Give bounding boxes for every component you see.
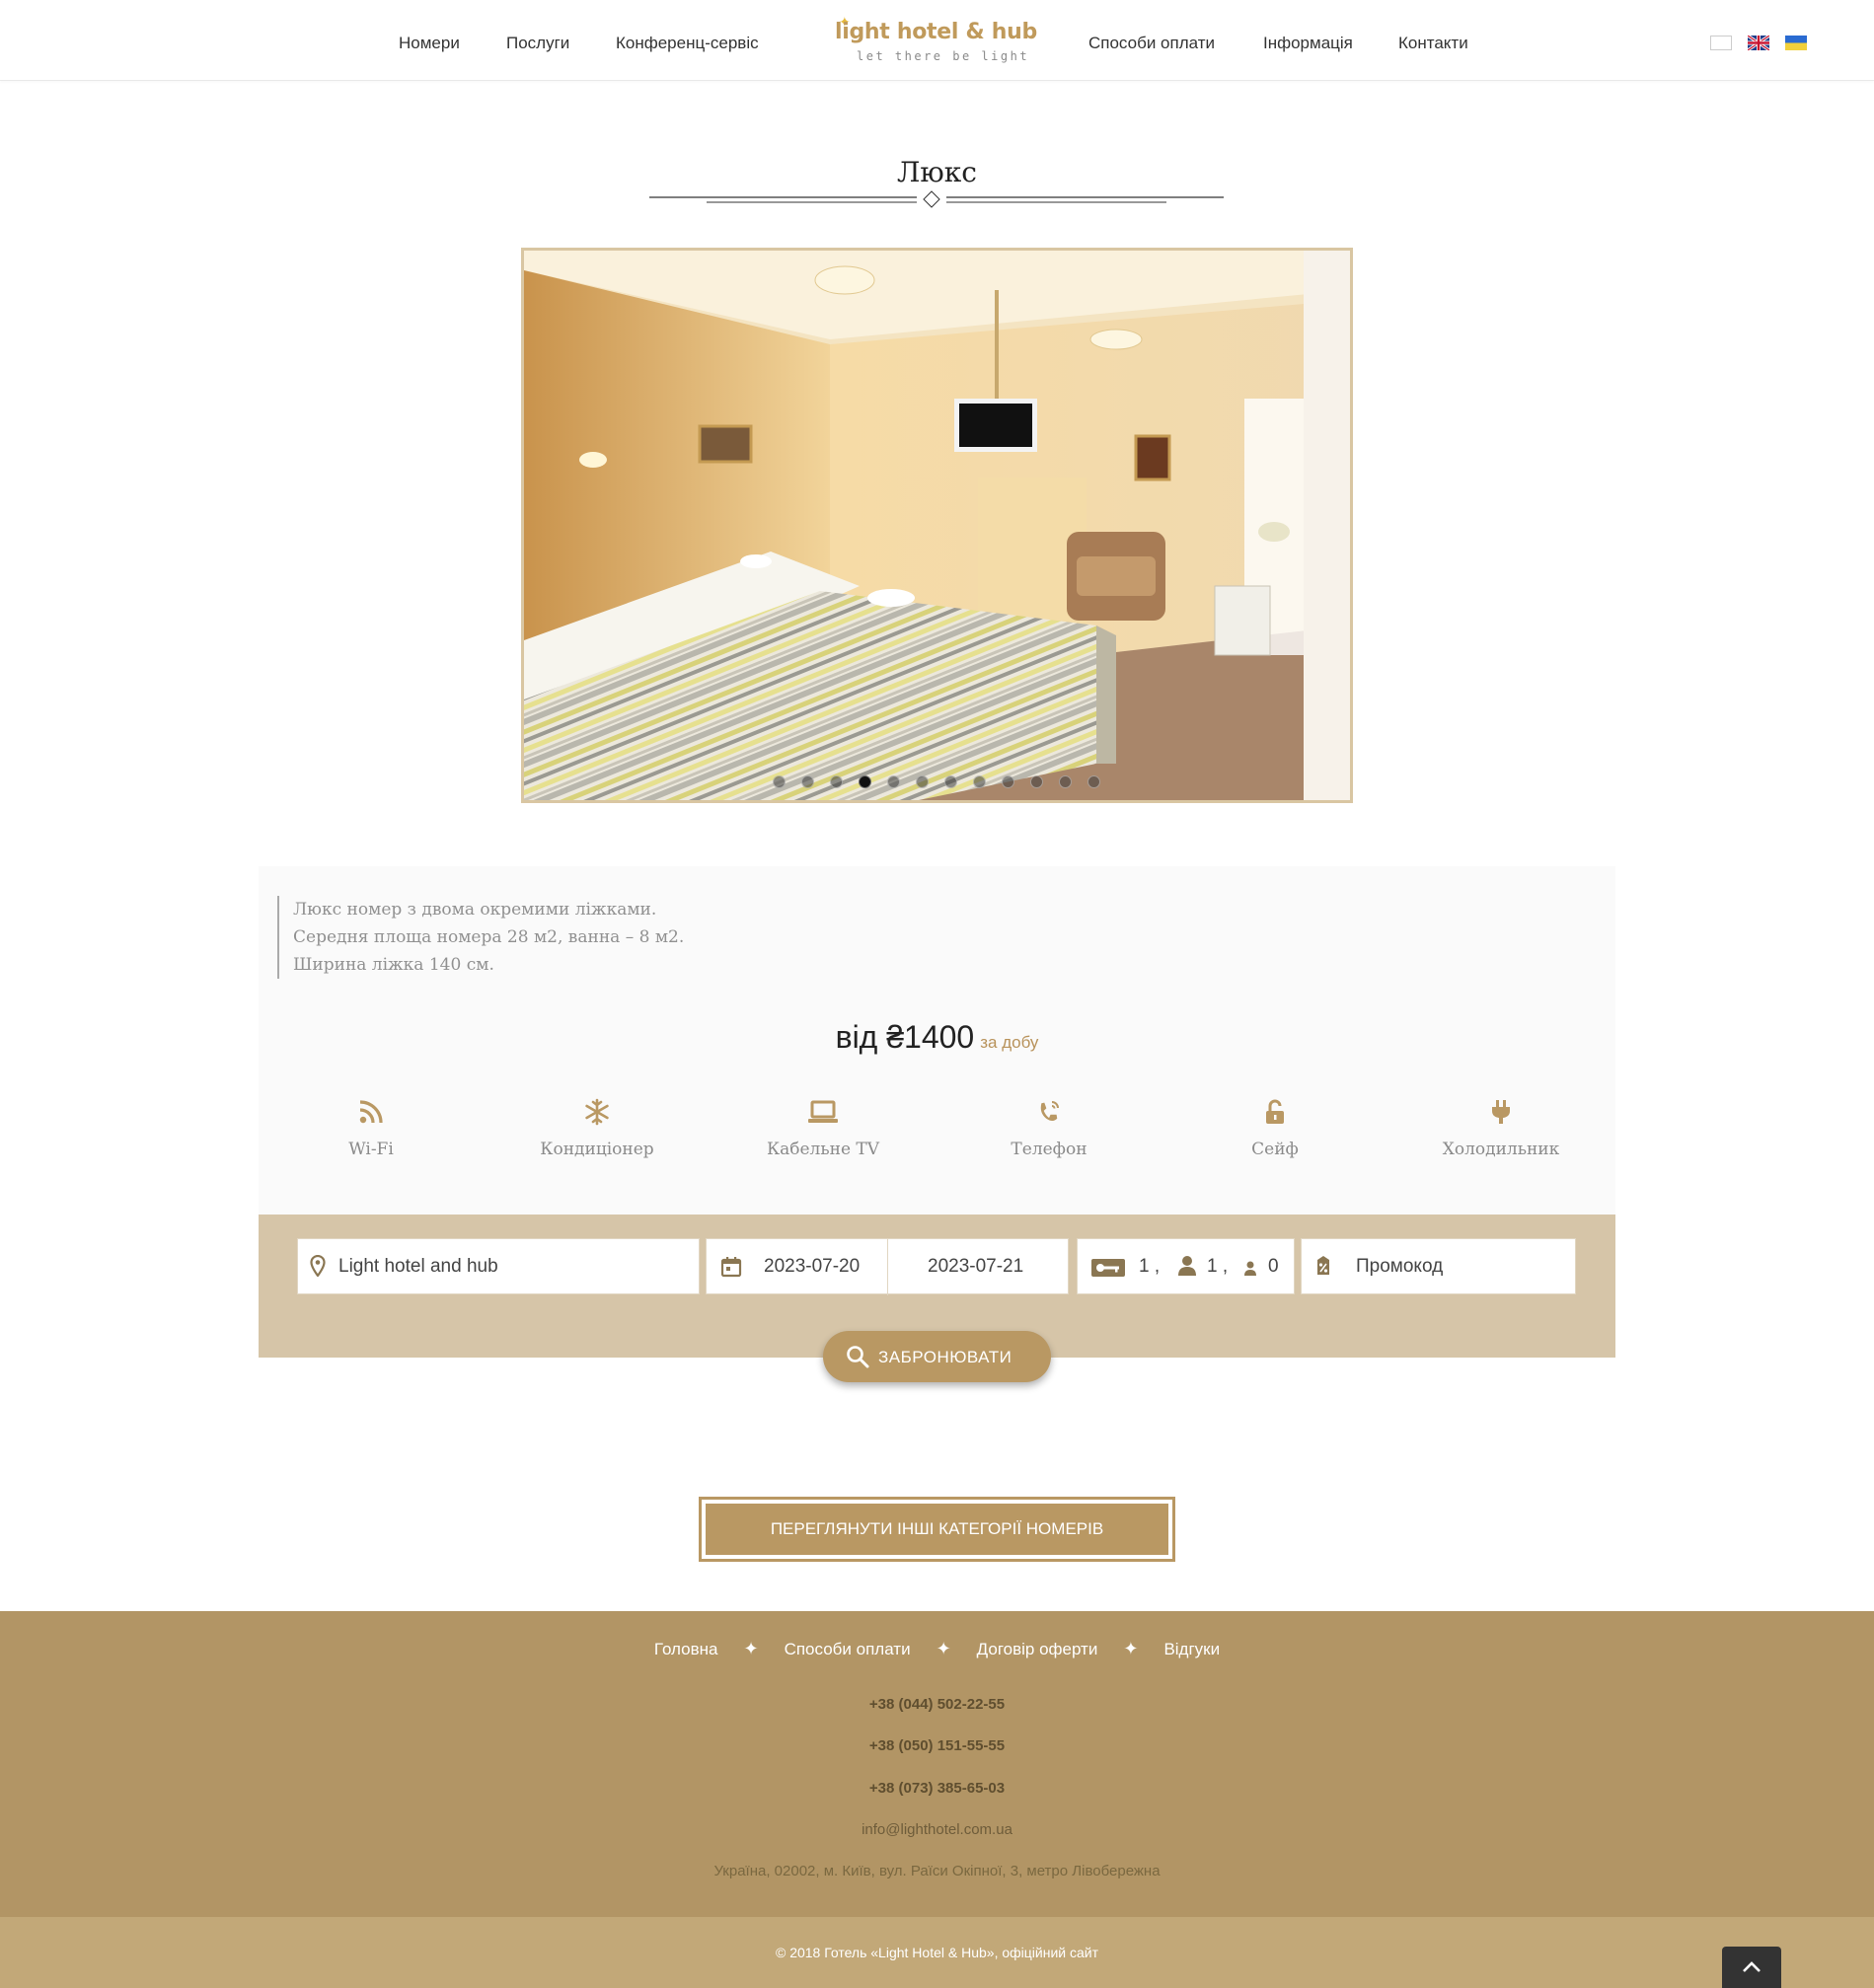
nav-info[interactable]: Інформація bbox=[1263, 34, 1353, 53]
slider-dot[interactable] bbox=[829, 775, 843, 788]
site-logo[interactable]: ✦ light hotel & hub let there be light bbox=[827, 14, 1037, 67]
price-period: за добу bbox=[980, 1033, 1039, 1052]
site-header: Номери Послуги Конференц-сервіс ✦ light … bbox=[0, 0, 1874, 81]
slider-dot[interactable] bbox=[972, 775, 986, 788]
checkin-date[interactable]: 2023-07-20 bbox=[764, 1256, 860, 1278]
uk-flag-icon[interactable] bbox=[1748, 36, 1769, 50]
hotel-select[interactable]: Light hotel and hub bbox=[297, 1238, 700, 1294]
room-photo bbox=[524, 251, 1350, 800]
wifi-icon bbox=[359, 1100, 383, 1124]
footer-phone[interactable]: +38 (050) 151-55-55 bbox=[0, 1737, 1874, 1754]
amenity-tv: Кабельне TV bbox=[724, 1098, 922, 1159]
discount-tag-icon bbox=[1317, 1256, 1329, 1275]
date-divider bbox=[887, 1239, 888, 1295]
view-other-rooms-button[interactable]: ПЕРЕГЛЯНУТИ ІНШІ КАТЕГОРІЇ НОМЕРІВ bbox=[699, 1497, 1175, 1562]
adults-count: 1 , bbox=[1207, 1256, 1229, 1277]
price-prefix: від bbox=[835, 1019, 878, 1055]
amenity-label: Холодильник bbox=[1442, 1140, 1560, 1159]
promo-placeholder: Промокод bbox=[1356, 1256, 1444, 1277]
child-icon bbox=[1244, 1261, 1256, 1276]
book-button-label: ЗАБРОНЮВАТИ bbox=[878, 1348, 1012, 1366]
slider-dot[interactable] bbox=[800, 775, 814, 788]
snowflake-icon bbox=[585, 1098, 609, 1126]
guests-selector[interactable]: 1 , 1 , 0 bbox=[1077, 1238, 1295, 1294]
slider-dot[interactable] bbox=[915, 775, 929, 788]
slider-dot[interactable] bbox=[1058, 775, 1072, 788]
price-value: ₴1400 bbox=[886, 1019, 975, 1055]
blank-flag-icon[interactable] bbox=[1710, 36, 1732, 50]
amenity-phone: Телефон bbox=[950, 1098, 1148, 1159]
slider-dot[interactable] bbox=[772, 775, 786, 788]
amenity-ac: Кондиціонер bbox=[498, 1098, 696, 1159]
slider-dots bbox=[524, 775, 1350, 788]
room-price: від ₴1400 за добу bbox=[259, 1019, 1615, 1056]
footer-nav: Головна ✦ Способи оплати ✦ Договір оферти ✦ Ві… bbox=[0, 1639, 1874, 1659]
amenity-label: Сейф bbox=[1251, 1140, 1299, 1159]
slider-dot-active[interactable] bbox=[858, 775, 871, 788]
footer-link-payment[interactable]: Способи оплати bbox=[785, 1640, 911, 1658]
footer-phone[interactable]: +38 (044) 502-22-55 bbox=[0, 1696, 1874, 1713]
amenity-label: Телефон bbox=[1011, 1140, 1087, 1159]
promo-code-input[interactable]: Промокод bbox=[1301, 1238, 1576, 1294]
slider-dot[interactable] bbox=[943, 775, 957, 788]
footer-link-reviews[interactable]: Відгуки bbox=[1163, 1640, 1220, 1658]
map-pin-icon bbox=[310, 1255, 326, 1277]
amenity-safe: Сейф bbox=[1176, 1098, 1374, 1159]
slider-dot[interactable] bbox=[1001, 775, 1014, 788]
description-line: Середня площа номера 28 м2, ванна – 8 м2… bbox=[293, 927, 685, 947]
calendar-icon bbox=[720, 1257, 742, 1278]
room-key-icon bbox=[1091, 1259, 1125, 1277]
footer-link-home[interactable]: Головна bbox=[654, 1640, 718, 1658]
nav-rooms[interactable]: Номери bbox=[399, 34, 460, 53]
footer-bottom-bar: © 2018 Готель «Light Hotel & Hub», офіці… bbox=[0, 1917, 1874, 1988]
footer-separator: ✦ bbox=[936, 1639, 951, 1658]
amenity-fridge: Холодильник bbox=[1402, 1098, 1600, 1159]
amenity-label: Wi-Fi bbox=[348, 1140, 394, 1159]
book-button[interactable]: ЗАБРОНЮВАТИ bbox=[823, 1331, 1051, 1382]
nav-conference[interactable]: Конференц-сервіс bbox=[616, 34, 759, 53]
description-line: Ширина ліжка 140 см. bbox=[293, 955, 494, 975]
plug-icon bbox=[1492, 1100, 1510, 1124]
page-title: Люкс bbox=[897, 156, 977, 188]
scroll-to-top-button[interactable] bbox=[1722, 1947, 1781, 1988]
room-description: Люкс номер з двома окремими ліжками. Сер… bbox=[277, 896, 684, 979]
room-info-panel: Люкс номер з двома окремими ліжками. Сер… bbox=[259, 866, 1615, 1216]
slider-dot[interactable] bbox=[886, 775, 900, 788]
description-line: Люкс номер з двома окремими ліжками. bbox=[293, 900, 657, 920]
title-ornament bbox=[649, 190, 1224, 208]
slider-dot[interactable] bbox=[1087, 775, 1100, 788]
logo-title: light hotel & hub bbox=[835, 20, 1037, 44]
adult-icon bbox=[1178, 1256, 1196, 1276]
copyright: © 2018 Готель «Light Hotel & Hub», офіці… bbox=[775, 1945, 1099, 1960]
nav-services[interactable]: Послуги bbox=[506, 34, 569, 53]
chevron-up-icon bbox=[1743, 1961, 1761, 1972]
children-count: 0 bbox=[1268, 1256, 1279, 1277]
checkout-date[interactable]: 2023-07-21 bbox=[928, 1256, 1023, 1278]
slider-dot[interactable] bbox=[1029, 775, 1043, 788]
footer-link-offer[interactable]: Договір оферти bbox=[977, 1640, 1098, 1658]
footer-phone[interactable]: +38 (073) 385-65-03 bbox=[0, 1780, 1874, 1797]
site-footer: Головна ✦ Способи оплати ✦ Договір оферти ✦ Ві… bbox=[0, 1611, 1874, 1917]
nav-contacts[interactable]: Контакти bbox=[1398, 34, 1468, 53]
search-icon bbox=[847, 1346, 869, 1368]
phone-icon bbox=[1040, 1101, 1059, 1122]
rooms-count: 1 , bbox=[1139, 1256, 1161, 1277]
footer-separator: ✦ bbox=[1123, 1639, 1139, 1658]
room-photo-slider[interactable] bbox=[521, 248, 1353, 803]
footer-email[interactable]: info@lighthotel.com.ua bbox=[0, 1821, 1874, 1838]
unlock-icon bbox=[1266, 1099, 1284, 1124]
footer-address: Україна, 02002, м. Київ, вул. Раїси Окіп… bbox=[713, 1863, 1161, 1879]
hotel-value: Light hotel and hub bbox=[338, 1256, 498, 1277]
date-range-picker[interactable]: 2023-07-20 2023-07-21 bbox=[706, 1238, 1069, 1295]
laptop-icon bbox=[808, 1100, 838, 1123]
amenity-wifi: Wi-Fi bbox=[272, 1098, 470, 1159]
view-other-rooms-label: ПЕРЕГЛЯНУТИ ІНШІ КАТЕГОРІЇ НОМЕРІВ bbox=[706, 1504, 1168, 1555]
footer-separator: ✦ bbox=[743, 1639, 759, 1658]
ua-flag-icon[interactable] bbox=[1785, 36, 1807, 50]
nav-payment[interactable]: Способи оплати bbox=[1088, 34, 1215, 53]
logo-tagline: let there be light bbox=[857, 49, 1030, 63]
amenity-label: Кабельне TV bbox=[766, 1140, 880, 1159]
amenity-label: Кондиціонер bbox=[540, 1140, 654, 1159]
